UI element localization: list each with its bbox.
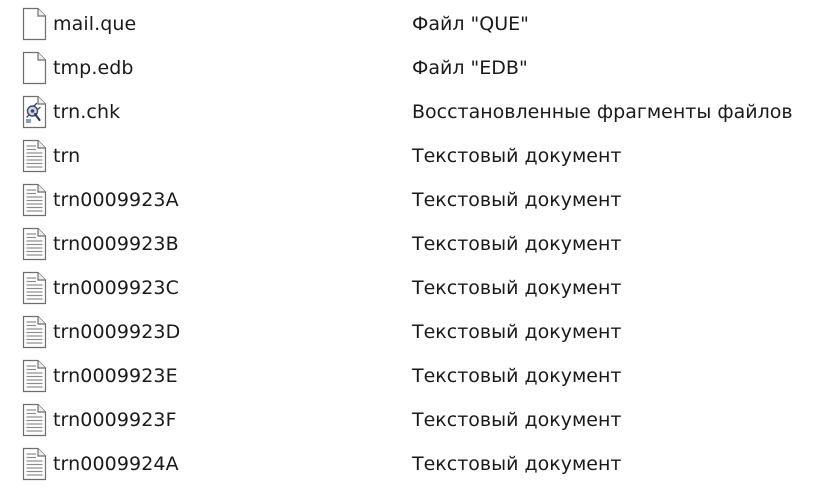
file-name: trn0009923B [53, 233, 179, 255]
file-type: Файл "QUE" [412, 13, 529, 35]
file-name: trn0009923C [53, 277, 179, 299]
file-row[interactable]: trn0009923E Текстовый документ [0, 356, 814, 396]
file-row[interactable]: trn0009923F Текстовый документ [0, 400, 814, 440]
text-document-icon [20, 359, 48, 393]
file-type: Текстовый документ [412, 365, 622, 387]
blank-file-icon [20, 51, 48, 85]
text-document-icon [20, 139, 48, 173]
file-row[interactable]: mail.que Файл "QUE" [0, 4, 814, 44]
file-row[interactable]: trn0009923C Текстовый документ [0, 268, 814, 308]
file-row[interactable]: trn0009923B Текстовый документ [0, 224, 814, 264]
file-type: Восстановленные фрагменты файлов [412, 101, 793, 123]
file-row[interactable]: trn0009924A Текстовый документ [0, 444, 814, 484]
file-row[interactable]: trn.chk Восстановленные фрагменты файлов [0, 92, 814, 132]
file-name: trn0009923A [53, 189, 179, 211]
file-name: trn [53, 145, 81, 167]
file-name: trn0009923D [53, 321, 181, 343]
text-document-icon [20, 403, 48, 437]
file-type: Текстовый документ [412, 409, 622, 431]
file-row[interactable]: trn0009923A Текстовый документ [0, 180, 814, 220]
file-list: mail.que Файл "QUE" tmp.edb Файл "EDB" t… [0, 0, 814, 490]
file-type: Текстовый документ [412, 277, 622, 299]
file-row[interactable]: trn Текстовый документ [0, 136, 814, 176]
file-type: Текстовый документ [412, 189, 622, 211]
file-name: trn.chk [53, 101, 121, 123]
file-row[interactable]: trn0009923D Текстовый документ [0, 312, 814, 352]
file-row[interactable]: tmp.edb Файл "EDB" [0, 48, 814, 88]
file-type: Текстовый документ [412, 145, 622, 167]
file-name: mail.que [53, 13, 137, 35]
text-document-icon [20, 227, 48, 261]
file-name: tmp.edb [53, 57, 134, 79]
file-name: trn0009924A [53, 453, 179, 475]
file-name: trn0009923E [53, 365, 178, 387]
file-type: Текстовый документ [412, 453, 622, 475]
text-document-icon [20, 271, 48, 305]
blank-file-icon [20, 7, 48, 41]
file-type: Текстовый документ [412, 233, 622, 255]
text-document-icon [20, 183, 48, 217]
recovered-fragment-icon [20, 95, 48, 129]
text-document-icon [20, 447, 48, 481]
file-type: Файл "EDB" [412, 57, 528, 79]
file-type: Текстовый документ [412, 321, 622, 343]
text-document-icon [20, 315, 48, 349]
file-name: trn0009923F [53, 409, 177, 431]
